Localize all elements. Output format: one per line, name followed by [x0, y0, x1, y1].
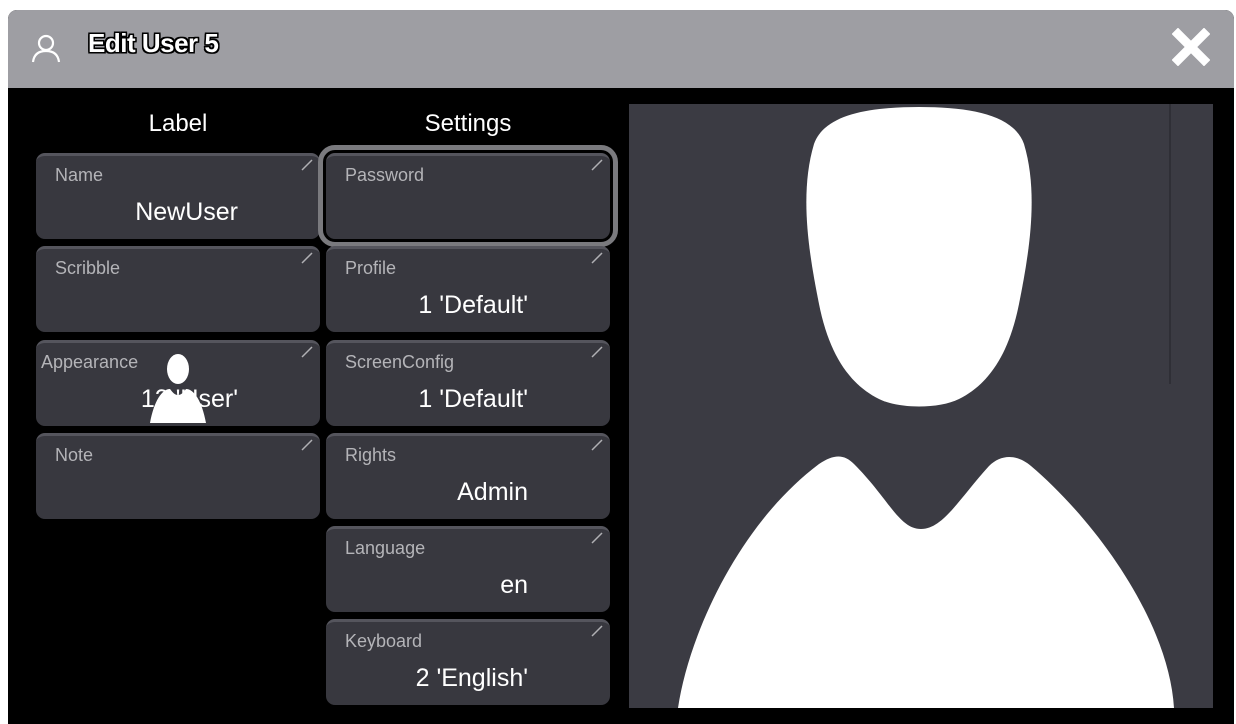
language-field[interactable]: Language en [326, 526, 610, 612]
keyboard-field[interactable]: Keyboard 2 'English' [326, 619, 610, 705]
password-field[interactable]: Password [318, 145, 618, 247]
keyboard-field-label: Keyboard [345, 631, 423, 651]
edit-corner-icon [591, 532, 603, 544]
edit-corner-icon [591, 159, 603, 171]
profile-field-label: Profile [345, 258, 397, 278]
dialog-title: Edit User 5 [88, 28, 219, 58]
settings-column-header: Settings [424, 110, 512, 137]
appearance-field[interactable]: Appearance 12 'User' [36, 340, 320, 426]
user-silhouette-icon [150, 354, 206, 423]
edit-corner-icon [591, 252, 603, 264]
edit-corner-icon [301, 439, 313, 451]
label-column-header: Label [148, 110, 208, 137]
profile-field-value: 1 'Default' [418, 291, 528, 319]
edit-corner-icon [301, 252, 313, 264]
title-bar: Edit User 5 [8, 10, 1234, 88]
edit-corner-icon [301, 346, 313, 358]
rights-field[interactable]: Rights Admin [326, 433, 610, 519]
rights-field-label: Rights [345, 445, 397, 465]
note-field-label: Note [55, 445, 94, 465]
scribble-field[interactable]: Scribble [36, 246, 320, 332]
rights-field-value: Admin [457, 478, 528, 506]
screenconfig-field-value: 1 'Default' [418, 385, 528, 413]
appearance-preview [629, 104, 1213, 708]
screenconfig-field-label: ScreenConfig [345, 352, 455, 372]
name-field-label: Name [55, 165, 104, 185]
user-silhouette-icon [678, 107, 1174, 708]
language-field-label: Language [345, 538, 426, 558]
edit-corner-icon [301, 159, 313, 171]
note-field[interactable]: Note [36, 433, 320, 519]
scribble-field-label: Scribble [55, 258, 121, 278]
profile-field[interactable]: Profile 1 'Default' [326, 246, 610, 332]
edit-user-dialog: Edit User 5 Label Settings Name NewUser … [8, 10, 1234, 724]
password-field-label: Password [345, 165, 425, 185]
appearance-field-label: Appearance [41, 352, 139, 372]
user-icon [31, 34, 61, 63]
name-field-value: NewUser [135, 198, 238, 226]
screenconfig-field[interactable]: ScreenConfig 1 'Default' [326, 340, 610, 426]
language-field-value: en [500, 571, 528, 599]
name-field[interactable]: Name NewUser [36, 153, 320, 239]
edit-corner-icon [591, 439, 603, 451]
keyboard-field-value: 2 'English' [415, 664, 528, 692]
edit-corner-icon [591, 346, 603, 358]
edit-corner-icon [591, 625, 603, 637]
close-icon[interactable] [1172, 28, 1210, 66]
